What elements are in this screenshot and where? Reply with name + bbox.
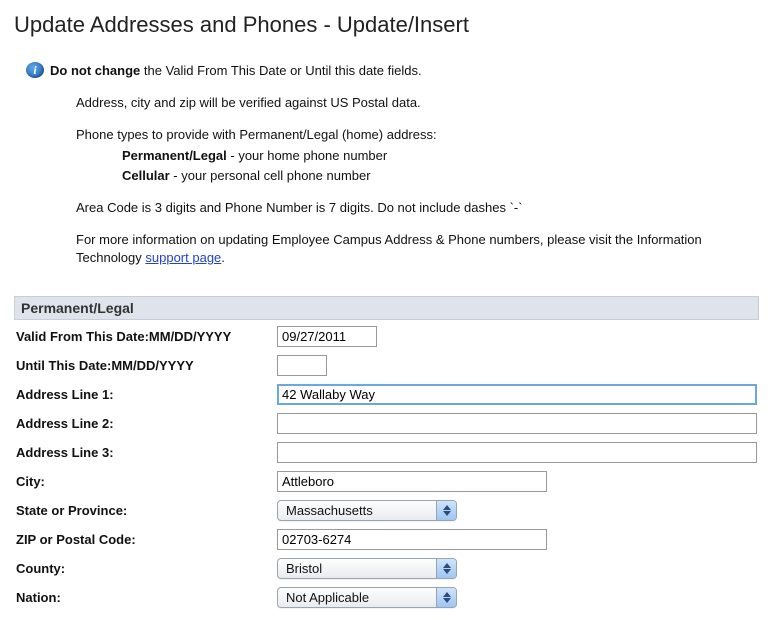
label-state: State or Province: bbox=[14, 496, 275, 525]
notice-areacode: Area Code is 3 digits and Phone Number i… bbox=[76, 199, 759, 217]
label-until: Until This Date:MM/DD/YYYY bbox=[14, 351, 275, 380]
support-page-link[interactable]: support page bbox=[145, 250, 221, 265]
moreinfo-post: . bbox=[221, 250, 225, 265]
label-city: City: bbox=[14, 467, 275, 496]
updown-icon bbox=[436, 588, 456, 607]
until-input[interactable] bbox=[277, 355, 327, 376]
notice-moreinfo: For more information on updating Employe… bbox=[76, 231, 759, 267]
address-line-1-input[interactable] bbox=[277, 384, 757, 405]
city-input[interactable] bbox=[277, 471, 547, 492]
address-line-3-input[interactable] bbox=[277, 442, 757, 463]
cell-desc: - your personal cell phone number bbox=[170, 168, 371, 183]
state-select[interactable]: Massachusetts bbox=[277, 500, 457, 521]
notice-block: i Do not change the Valid From This Date… bbox=[26, 62, 759, 282]
label-nation: Nation: bbox=[14, 583, 275, 612]
nation-select-value: Not Applicable bbox=[278, 588, 436, 607]
state-select-value: Massachusetts bbox=[278, 501, 436, 520]
page-title: Update Addresses and Phones - Update/Ins… bbox=[14, 12, 759, 38]
address-line-2-input[interactable] bbox=[277, 413, 757, 434]
info-icon: i bbox=[26, 62, 44, 78]
label-addr3: Address Line 3: bbox=[14, 438, 275, 467]
label-county: County: bbox=[14, 554, 275, 583]
county-select[interactable]: Bristol bbox=[277, 558, 457, 579]
label-addr2: Address Line 2: bbox=[14, 409, 275, 438]
label-zip: ZIP or Postal Code: bbox=[14, 525, 275, 554]
notice-permanent-legal: Permanent/Legal - your home phone number bbox=[122, 147, 759, 165]
label-addr1: Address Line 1: bbox=[14, 380, 275, 409]
pl-label: Permanent/Legal bbox=[122, 148, 227, 163]
notice-cellular: Cellular - your personal cell phone numb… bbox=[122, 167, 759, 185]
notice-warning: Do not change the Valid From This Date o… bbox=[50, 62, 759, 80]
notice-verify: Address, city and zip will be verified a… bbox=[76, 94, 759, 112]
notice-warning-rest: the Valid From This Date or Until this d… bbox=[140, 63, 421, 78]
section-header-permanent-legal: Permanent/Legal bbox=[14, 296, 759, 320]
address-form: Valid From This Date:MM/DD/YYYY Until Th… bbox=[14, 322, 759, 612]
county-select-value: Bristol bbox=[278, 559, 436, 578]
pl-desc: - your home phone number bbox=[227, 148, 387, 163]
updown-icon bbox=[436, 501, 456, 520]
label-valid-from: Valid From This Date:MM/DD/YYYY bbox=[14, 322, 275, 351]
notice-warning-bold: Do not change bbox=[50, 63, 140, 78]
cell-label: Cellular bbox=[122, 168, 170, 183]
notice-phone-intro: Phone types to provide with Permanent/Le… bbox=[76, 126, 759, 144]
valid-from-input[interactable] bbox=[277, 326, 377, 347]
nation-select[interactable]: Not Applicable bbox=[277, 587, 457, 608]
zip-input[interactable] bbox=[277, 529, 547, 550]
updown-icon bbox=[436, 559, 456, 578]
